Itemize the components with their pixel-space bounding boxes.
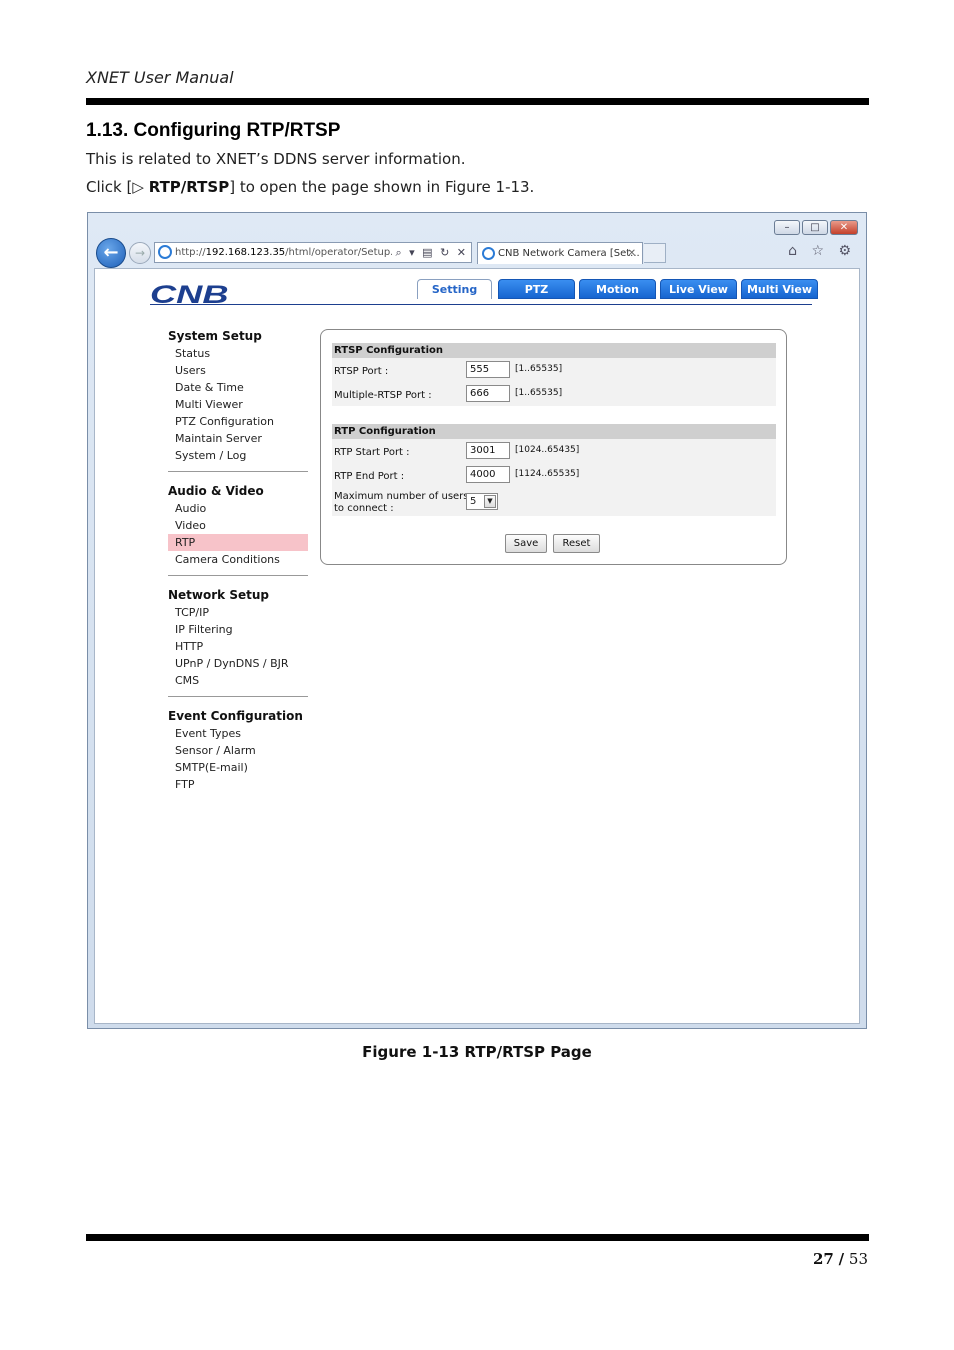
ie-logo-icon — [158, 245, 172, 259]
max-users-label-line2: to connect : — [334, 503, 394, 514]
rtsp-port-input[interactable]: 555 — [466, 361, 510, 378]
rtsp-section-heading: RTSP Configuration — [332, 343, 776, 358]
instruction-suffix: ] to open the page shown in Figure 1-13. — [229, 178, 535, 196]
menu-item-http[interactable]: HTTP — [168, 638, 308, 655]
menu-item-smtp-email[interactable]: SMTP(E-mail) — [168, 759, 308, 776]
address-tools-icons[interactable]: ⌕ ▾ ▤ ↻ ✕ — [391, 243, 468, 262]
menu-group-system-setup: System Setup Status Users Date & Time Mu… — [168, 327, 308, 464]
rtp-end-port-input[interactable]: 4000 — [466, 466, 510, 483]
rtp-section-heading: RTP Configuration — [332, 424, 776, 439]
home-favorites-settings-icons[interactable]: ⌂ ☆ ⚙ — [788, 243, 856, 259]
top-navigation: Setting PTZ Motion Live View Multi View — [417, 279, 818, 299]
multiple-rtsp-port-range: [1..65535] — [515, 388, 563, 398]
menu-item-ftp[interactable]: FTP — [168, 776, 308, 793]
menu-item-video[interactable]: Video — [168, 517, 308, 534]
menu-group-audio-video: Audio & Video Audio Video RTP Camera Con… — [168, 482, 308, 568]
nav-divider — [150, 304, 812, 305]
url-prefix: http:// — [175, 247, 206, 258]
menu-heading: Event Configuration — [168, 709, 303, 723]
menu-item-tcp-ip[interactable]: TCP/IP — [168, 604, 308, 621]
browser-window: – □ ✕ ← → http://192.168.123.35/html/ope… — [87, 212, 867, 1029]
total-pages: 53 — [848, 1250, 868, 1268]
page-number: 27 / 53 — [813, 1250, 868, 1268]
menu-divider — [168, 575, 308, 576]
url-host: 192.168.123.35 — [205, 247, 286, 258]
rtp-section-body: RTP Start Port : 3001 [1024..65435] RTP … — [332, 439, 776, 516]
menu-divider — [168, 696, 308, 697]
document-header: XNET User Manual — [86, 68, 234, 87]
tab-motion[interactable]: Motion — [579, 279, 656, 299]
menu-divider — [168, 471, 308, 472]
menu-item-upnp-dyndns-bjr[interactable]: UPnP / DynDNS / BJR — [168, 655, 308, 672]
instruction-prefix: Click [ — [86, 178, 133, 196]
tab-title: CNB Network Camera [Set... — [498, 248, 640, 259]
menu-item-event-types[interactable]: Event Types — [168, 725, 308, 742]
max-users-label-line1: Maximum number of users — [334, 491, 469, 502]
rtp-end-port-range: [1124..65535] — [515, 469, 580, 479]
save-button[interactable]: Save — [505, 534, 547, 553]
maximize-button[interactable]: □ — [802, 220, 828, 235]
figure-caption: Figure 1-13 RTP/RTSP Page — [362, 1043, 592, 1061]
menu-item-maintain-server[interactable]: Maintain Server — [168, 430, 308, 447]
intro-paragraph: This is related to XNET’s DDNS server in… — [86, 150, 466, 168]
menu-heading: Network Setup — [168, 588, 269, 602]
rtsp-port-range: [1..65535] — [515, 364, 563, 374]
instruction-paragraph: Click [▷ RTP/RTSP] to open the page show… — [86, 178, 534, 196]
footer-rule — [86, 1234, 869, 1241]
tab-close-icon[interactable]: ✕ — [628, 243, 636, 264]
minimize-button[interactable]: – — [774, 220, 800, 235]
page-viewport: CNB Setting PTZ Motion Live View Multi V… — [94, 268, 860, 1024]
address-bar[interactable]: http://192.168.123.35/html/operator/Setu… — [154, 242, 472, 263]
new-tab-button[interactable] — [644, 243, 666, 263]
tab-ptz[interactable]: PTZ — [498, 279, 575, 299]
menu-heading: System Setup — [168, 329, 262, 343]
close-window-button[interactable]: ✕ — [830, 220, 858, 235]
menu-item-rtp[interactable]: RTP — [168, 534, 308, 551]
tab-live-view[interactable]: Live View — [660, 279, 737, 299]
tab-ie-icon — [482, 247, 495, 260]
tab-setting[interactable]: Setting — [417, 279, 492, 299]
rtp-rtsp-panel: RTSP Configuration RTSP Port : 555 [1..6… — [320, 329, 787, 565]
forward-arrow-icon[interactable]: → — [129, 242, 151, 264]
max-users-value: 5 — [470, 496, 477, 507]
menu-path: RTP/RTSP — [148, 178, 230, 196]
page-separator: / — [838, 1250, 845, 1268]
rtp-start-port-label: RTP Start Port : — [334, 447, 410, 458]
cnb-logo: CNB — [150, 281, 229, 309]
window-controls: – □ ✕ — [774, 220, 858, 235]
menu-item-sensor-alarm[interactable]: Sensor / Alarm — [168, 742, 308, 759]
menu-heading: Audio & Video — [168, 484, 264, 498]
header-rule — [86, 98, 869, 105]
settings-menu: System Setup Status Users Date & Time Mu… — [168, 327, 308, 793]
rtp-start-port-input[interactable]: 3001 — [466, 442, 510, 459]
menu-item-system-log[interactable]: System / Log — [168, 447, 308, 464]
menu-item-audio[interactable]: Audio — [168, 500, 308, 517]
menu-arrow-icon: ▷ — [132, 178, 144, 196]
menu-item-ip-filtering[interactable]: IP Filtering — [168, 621, 308, 638]
max-users-select[interactable]: 5 ▼ — [466, 493, 498, 510]
rtsp-section-body: RTSP Port : 555 [1..65535] Multiple-RTSP… — [332, 358, 776, 406]
menu-item-status[interactable]: Status — [168, 345, 308, 362]
multiple-rtsp-port-input[interactable]: 666 — [466, 385, 510, 402]
rtp-start-port-range: [1024..65435] — [515, 445, 580, 455]
menu-item-users[interactable]: Users — [168, 362, 308, 379]
menu-item-camera-conditions[interactable]: Camera Conditions — [168, 551, 308, 568]
menu-group-network-setup: Network Setup TCP/IP IP Filtering HTTP U… — [168, 586, 308, 689]
menu-group-event-configuration: Event Configuration Event Types Sensor /… — [168, 707, 308, 793]
rtsp-port-label: RTSP Port : — [334, 366, 389, 377]
menu-item-multi-viewer[interactable]: Multi Viewer — [168, 396, 308, 413]
menu-item-cms[interactable]: CMS — [168, 672, 308, 689]
menu-item-ptz-configuration[interactable]: PTZ Configuration — [168, 413, 308, 430]
current-page: 27 — [812, 1250, 834, 1268]
rtp-end-port-label: RTP End Port : — [334, 471, 405, 482]
multiple-rtsp-port-label: Multiple-RTSP Port : — [334, 390, 432, 401]
reset-button[interactable]: Reset — [553, 534, 600, 553]
back-arrow-icon[interactable]: ← — [96, 238, 126, 268]
browser-tab[interactable]: CNB Network Camera [Set... ✕ — [477, 242, 643, 264]
section-title: 1.13. Configuring RTP/RTSP — [86, 120, 341, 141]
dropdown-arrow-icon[interactable]: ▼ — [484, 495, 496, 508]
menu-item-date-time[interactable]: Date & Time — [168, 379, 308, 396]
tab-multi-view[interactable]: Multi View — [741, 279, 818, 299]
